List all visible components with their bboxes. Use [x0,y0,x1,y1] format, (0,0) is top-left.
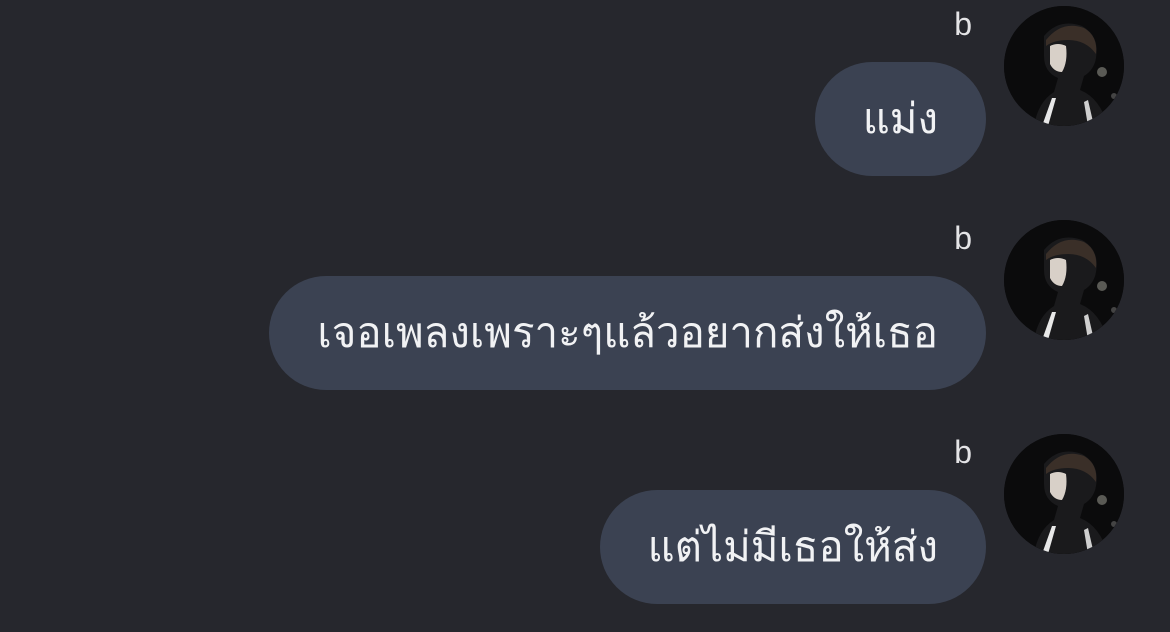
chat-thread: b แม่ง b เจอเพลงเพราะๆแล้วอยากส่งให้เธอ [0,0,1170,632]
sender-name: b [954,434,972,470]
message-bubble[interactable]: แต่ไม่มีเธอให้ส่ง [599,490,986,604]
message-bubble[interactable]: แม่ง [814,62,986,176]
chat-message: b แม่ง [0,4,1170,204]
sender-name: b [954,6,972,42]
chat-message: b เจอเพลงเพราะๆแล้วอยากส่งให้เธอ [0,218,1170,418]
avatar-image [1004,6,1124,126]
avatar[interactable] [1004,6,1124,126]
avatar[interactable] [1004,434,1124,554]
chat-message: b แต่ไม่มีเธอให้ส่ง [0,432,1170,632]
avatar-image [1004,220,1124,340]
avatar[interactable] [1004,220,1124,340]
sender-name: b [954,220,972,256]
message-bubble[interactable]: เจอเพลงเพราะๆแล้วอยากส่งให้เธอ [269,276,986,390]
avatar-image [1004,434,1124,554]
